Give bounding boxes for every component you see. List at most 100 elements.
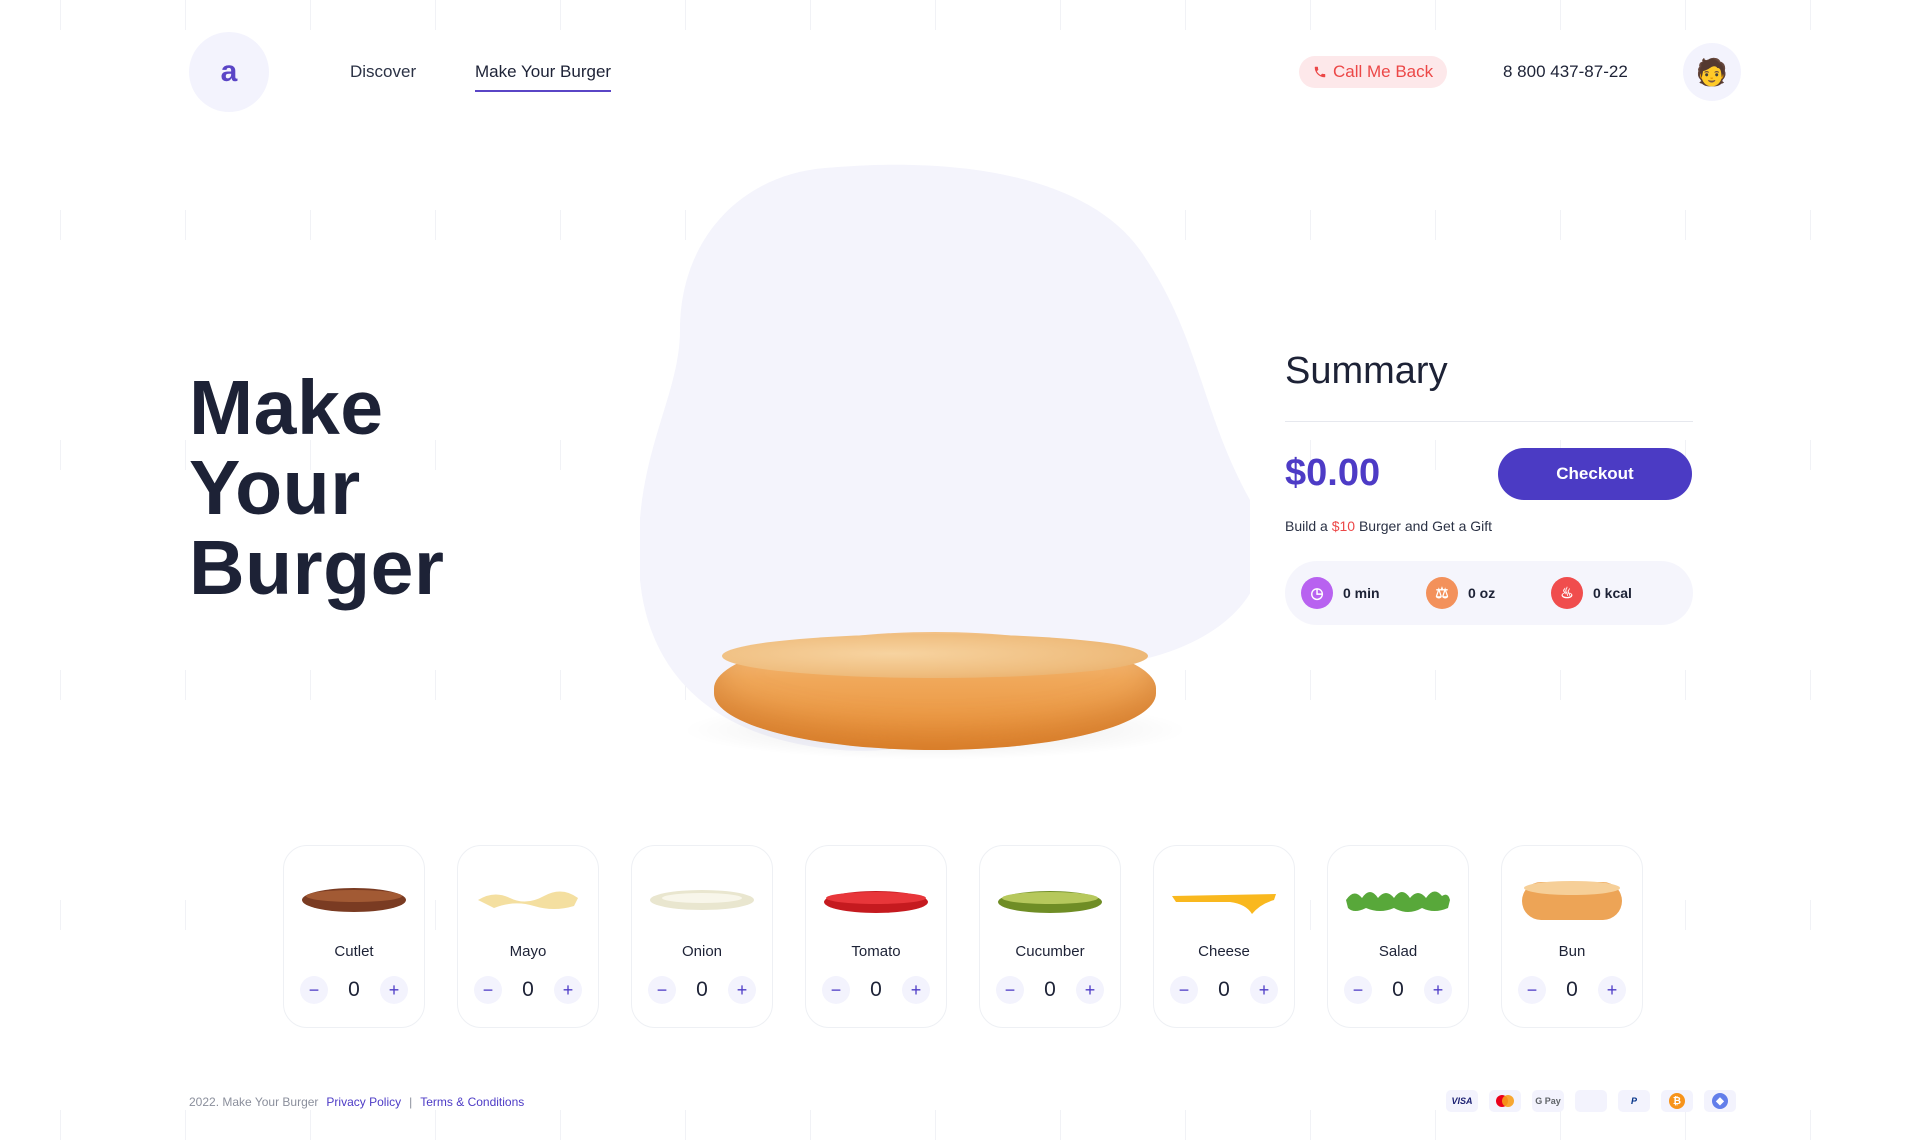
decrement-button[interactable]: − [996, 976, 1024, 1004]
stat-time-value: 0 min [1343, 585, 1380, 601]
grid-mark [560, 670, 561, 700]
ingredient-name: Tomato [851, 943, 901, 960]
grid-mark [1310, 1110, 1311, 1140]
terms-link[interactable]: Terms & Conditions [420, 1095, 524, 1109]
decrement-button[interactable]: − [300, 976, 328, 1004]
grid-mark [185, 0, 186, 30]
decrement-button[interactable]: − [648, 976, 676, 1004]
call-me-back-button[interactable]: Call Me Back [1299, 56, 1448, 88]
grid-mark [435, 0, 436, 30]
salad-image [1344, 878, 1452, 922]
grid-mark [310, 0, 311, 30]
gift-promo-text: Build a $10 Burger and Get a Gift [1285, 518, 1492, 534]
grid-mark [1560, 670, 1561, 700]
grid-mark [310, 1110, 311, 1140]
grid-mark [1810, 900, 1811, 930]
grid-mark [935, 0, 936, 30]
bun-image [1518, 878, 1626, 922]
increment-button[interactable]: + [1424, 976, 1452, 1004]
page-title: Make Your Burger [189, 368, 444, 608]
ingredient-name: Cheese [1198, 943, 1250, 960]
title-line-1: Make [189, 365, 384, 451]
increment-button[interactable]: + [1250, 976, 1278, 1004]
total-price: $0.00 [1285, 452, 1381, 494]
ingredient-card-onion: Onion − 0 + [631, 845, 773, 1028]
increment-button[interactable]: + [902, 976, 930, 1004]
quantity-value: 0 [1044, 978, 1056, 1001]
quantity-value: 0 [1566, 978, 1578, 1001]
visa-icon: VISA [1446, 1090, 1478, 1112]
increment-button[interactable]: + [554, 976, 582, 1004]
call-me-back-label: Call Me Back [1333, 62, 1434, 81]
decrement-button[interactable]: − [1518, 976, 1546, 1004]
grid-mark [1685, 1110, 1686, 1140]
apple-pay-icon [1575, 1090, 1607, 1112]
grid-mark [60, 440, 61, 470]
quantity-stepper: − 0 + [1518, 974, 1626, 1006]
paypal-icon: P [1618, 1090, 1650, 1112]
increment-button[interactable]: + [728, 976, 756, 1004]
footer-separator: | [409, 1095, 413, 1109]
ingredient-card-cucumber: Cucumber − 0 + [979, 845, 1121, 1028]
grid-mark [1685, 0, 1686, 30]
grid-mark [1810, 1110, 1811, 1140]
grid-mark [1310, 0, 1311, 30]
cucumber-image [996, 878, 1104, 922]
ingredient-name: Cutlet [334, 943, 374, 960]
grid-mark [1435, 1110, 1436, 1140]
increment-button[interactable]: + [1598, 976, 1626, 1004]
grid-mark [1810, 210, 1811, 240]
stat-calories: ♨ 0 kcal [1551, 577, 1632, 609]
nav-discover[interactable]: Discover [350, 62, 416, 82]
grid-mark [1810, 670, 1811, 700]
ethereum-icon: ◆ [1704, 1090, 1736, 1112]
user-avatar-icon[interactable]: 🧑 [1683, 43, 1741, 101]
phone-icon [1314, 66, 1326, 78]
grid-mark [685, 1110, 686, 1140]
flame-icon: ♨ [1551, 577, 1583, 609]
clock-icon: ◷ [1301, 577, 1333, 609]
grid-mark [685, 0, 686, 30]
quantity-value: 0 [348, 978, 360, 1001]
decrement-button[interactable]: − [822, 976, 850, 1004]
cheese-image [1170, 878, 1278, 922]
ingredient-card-bun: Bun − 0 + [1501, 845, 1643, 1028]
stat-weight: ⚖ 0 oz [1426, 577, 1495, 609]
increment-button[interactable]: + [380, 976, 408, 1004]
title-line-3: Burger [189, 525, 445, 611]
grid-mark [1685, 210, 1686, 240]
grid-mark [935, 1110, 936, 1140]
footer-links: 2022. Make Your Burger Privacy Policy | … [189, 1095, 524, 1109]
logo[interactable]: a [189, 32, 269, 112]
grid-mark [1435, 210, 1436, 240]
quantity-value: 0 [1392, 978, 1404, 1001]
decrement-button[interactable]: − [474, 976, 502, 1004]
nav-make-your-burger[interactable]: Make Your Burger [475, 62, 612, 92]
ingredient-name: Bun [1558, 943, 1586, 960]
google-pay-icon: G Pay [1532, 1090, 1564, 1112]
phone-number[interactable]: 8 800 437-87-22 [1503, 62, 1628, 82]
grid-mark [60, 210, 61, 240]
payment-methods: VISA G Pay P ₿ ◆ [1446, 1090, 1736, 1112]
ingredient-name: Onion [681, 943, 723, 960]
grid-mark [1435, 440, 1436, 470]
copyright: 2022. Make Your Burger [189, 1095, 319, 1109]
summary-title: Summary [1285, 350, 1448, 392]
decrement-button[interactable]: − [1170, 976, 1198, 1004]
stat-time: ◷ 0 min [1301, 577, 1380, 609]
increment-button[interactable]: + [1076, 976, 1104, 1004]
decrement-button[interactable]: − [1344, 976, 1372, 1004]
grid-mark [1560, 1110, 1561, 1140]
mayo-image [474, 878, 582, 922]
privacy-policy-link[interactable]: Privacy Policy [326, 1095, 401, 1109]
quantity-stepper: − 0 + [822, 974, 930, 1006]
ingredient-card-mayo: Mayo − 0 + [457, 845, 599, 1028]
quantity-value: 0 [696, 978, 708, 1001]
quantity-stepper: − 0 + [1170, 974, 1278, 1006]
grid-mark [1435, 0, 1436, 30]
grid-mark [310, 670, 311, 700]
grid-mark [1435, 670, 1436, 700]
quantity-stepper: − 0 + [648, 974, 756, 1006]
stat-weight-value: 0 oz [1468, 585, 1496, 601]
checkout-button[interactable]: Checkout [1498, 448, 1692, 500]
